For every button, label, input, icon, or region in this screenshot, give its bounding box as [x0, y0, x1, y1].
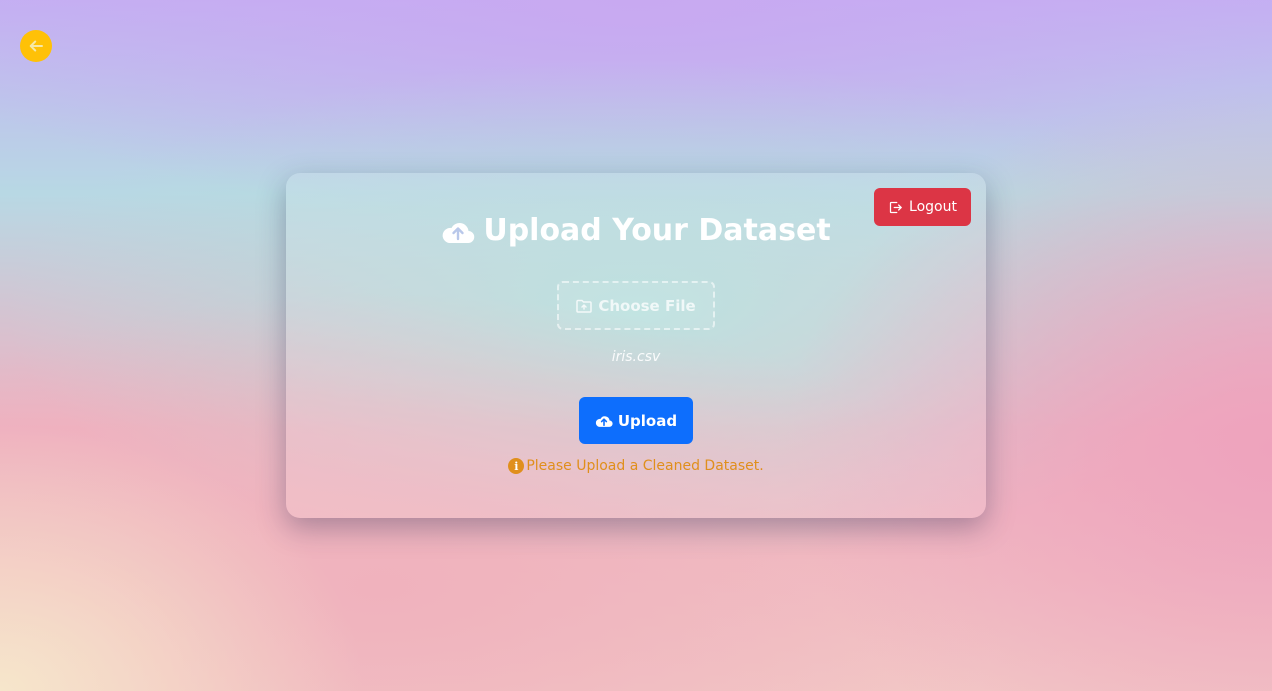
info-icon: i [508, 458, 525, 474]
warning-message: i Please Upload a Cleaned Dataset. [286, 458, 986, 474]
cloud-upload-icon [442, 222, 475, 243]
folder-icon [576, 299, 593, 313]
upload-label: Upload [617, 411, 678, 430]
selected-file-name: iris.csv [611, 349, 661, 365]
upload-card: Logout Upload Your Dataset Choose File i… [286, 173, 986, 518]
page-title: Upload Your Dataset [286, 213, 986, 248]
choose-file-label: Choose File [598, 296, 696, 315]
arrow-left-icon [29, 40, 43, 52]
choose-file-button[interactable]: Choose File [557, 281, 715, 330]
upload-button[interactable]: Upload [579, 397, 693, 444]
page-title-text: Upload Your Dataset [483, 213, 831, 248]
warning-text: Please Upload a Cleaned Dataset. [526, 458, 764, 474]
cloud-upload-icon [595, 416, 613, 427]
back-button[interactable] [20, 30, 52, 62]
